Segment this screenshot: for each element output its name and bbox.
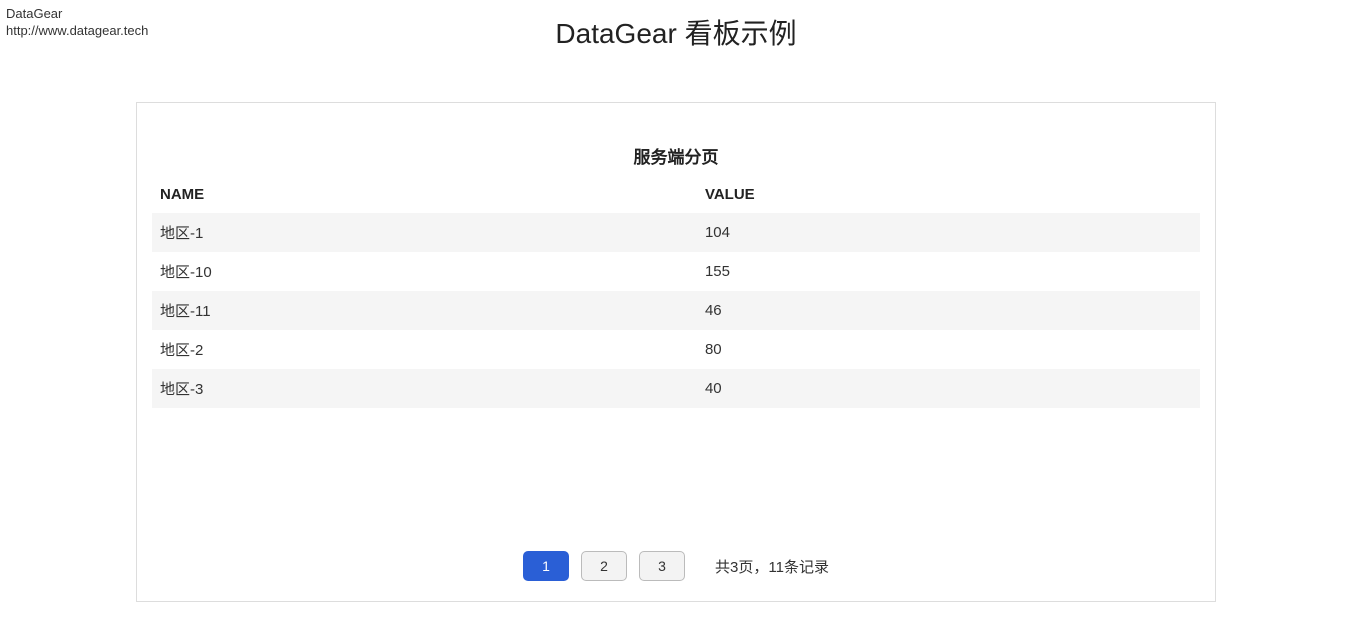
cell-name: 地区-3 [152, 369, 697, 408]
page-button-3[interactable]: 3 [639, 551, 685, 581]
column-header-name: NAME [152, 182, 697, 213]
page-button-1[interactable]: 1 [523, 551, 569, 581]
cell-name: 地区-2 [152, 330, 697, 369]
table-row: 地区-3 40 [152, 369, 1200, 408]
cell-name: 地区-10 [152, 252, 697, 291]
table-row: 地区-2 80 [152, 330, 1200, 369]
table-title: 服务端分页 [137, 103, 1215, 182]
brand-block: DataGear http://www.datagear.tech [6, 6, 148, 40]
brand-url: http://www.datagear.tech [6, 23, 148, 40]
pagination: 1 2 3 共3页，11条记录 [137, 541, 1215, 581]
cell-value: 104 [697, 213, 1200, 252]
cell-value: 46 [697, 291, 1200, 330]
cell-value: 155 [697, 252, 1200, 291]
cell-value: 40 [697, 369, 1200, 408]
data-table: NAME VALUE 地区-1 104 地区-10 155 地区-11 46 地… [152, 182, 1200, 408]
pagination-summary: 共3页，11条记录 [715, 556, 829, 577]
table-row: 地区-1 104 [152, 213, 1200, 252]
page-title: DataGear 看板示例 [0, 0, 1352, 52]
table-panel: 服务端分页 NAME VALUE 地区-1 104 地区-10 155 地区-1… [136, 102, 1216, 602]
table-header-row: NAME VALUE [152, 182, 1200, 213]
brand-name: DataGear [6, 6, 148, 23]
cell-name: 地区-11 [152, 291, 697, 330]
cell-value: 80 [697, 330, 1200, 369]
cell-name: 地区-1 [152, 213, 697, 252]
table-row: 地区-11 46 [152, 291, 1200, 330]
page-button-2[interactable]: 2 [581, 551, 627, 581]
table-row: 地区-10 155 [152, 252, 1200, 291]
column-header-value: VALUE [697, 182, 1200, 213]
